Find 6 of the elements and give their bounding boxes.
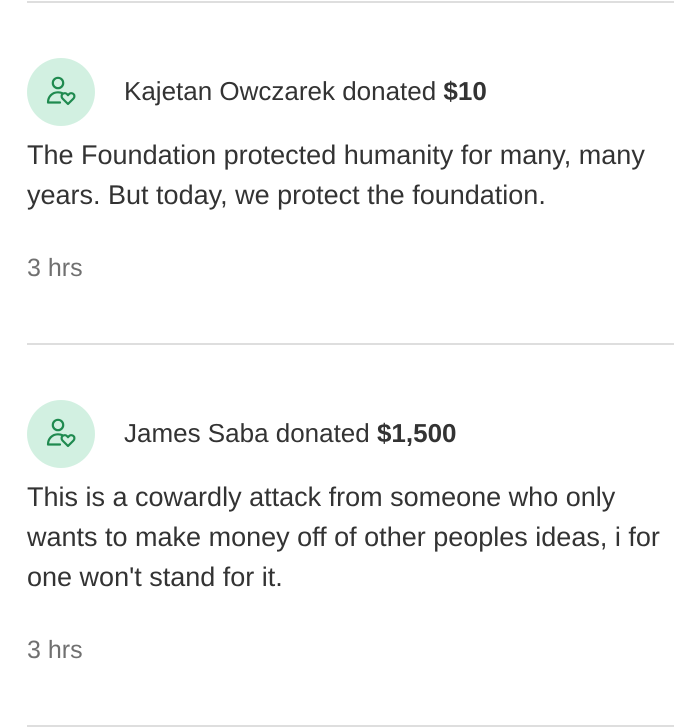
donation-headline: James Saba donated $1,500 <box>124 418 456 450</box>
donation-comment: This is a cowardly attack from someone who only wants to make money off of other peoples ideas, i for one won't stand for it. <box>27 481 661 594</box>
donation-headline: Kajetan Owczarek donated $10 <box>124 76 487 108</box>
time-ago: 3 hrs <box>27 253 84 283</box>
donation-comment: The Foundation protected humanity for many, many years. But today, we protect the foundation. <box>27 139 646 212</box>
time-ago: 3 hrs <box>27 635 84 665</box>
